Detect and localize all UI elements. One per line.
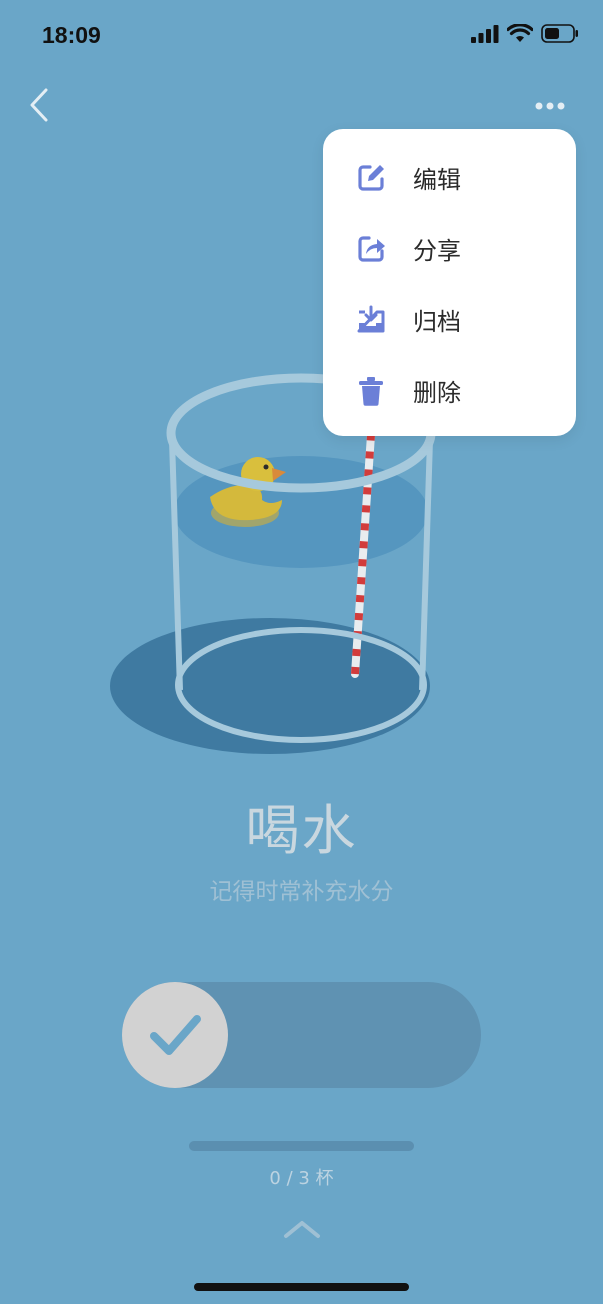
share-icon	[355, 233, 387, 265]
status-bar: 18:09	[0, 0, 603, 74]
more-dots-icon	[535, 102, 565, 110]
checkmark-icon	[150, 1015, 201, 1055]
expand-button[interactable]	[283, 1218, 321, 1240]
habit-title: 喝水	[245, 799, 358, 862]
context-menu: 编辑 分享 归档 删除	[323, 129, 576, 436]
menu-item-label: 归档	[413, 308, 461, 336]
status-icons	[471, 24, 579, 43]
archive-icon	[355, 304, 387, 336]
swipe-complete-track[interactable]	[122, 982, 481, 1088]
edit-icon	[355, 162, 387, 194]
chevron-left-icon	[30, 88, 48, 122]
signal-icon	[471, 24, 499, 43]
wifi-icon	[507, 24, 533, 42]
menu-item-archive[interactable]: 归档	[323, 284, 576, 355]
menu-item-delete[interactable]: 删除	[323, 355, 576, 426]
home-indicator	[194, 1283, 409, 1291]
menu-item-share[interactable]: 分享	[323, 213, 576, 284]
menu-item-label: 编辑	[413, 166, 461, 194]
swipe-complete-knob[interactable]	[122, 982, 228, 1088]
habit-subtitle: 记得时常补充水分	[209, 879, 394, 905]
status-time: 18:09	[42, 22, 101, 48]
more-button[interactable]	[528, 88, 572, 124]
progress-bar	[189, 1141, 414, 1151]
menu-item-label: 分享	[413, 237, 461, 265]
glass-shadow	[110, 618, 430, 754]
menu-item-label: 删除	[413, 379, 461, 407]
trash-icon	[355, 375, 387, 407]
menu-item-edit[interactable]: 编辑	[323, 142, 576, 213]
battery-icon	[541, 24, 578, 43]
progress-label: 0 / 3 杯	[269, 1168, 334, 1189]
back-button[interactable]	[22, 84, 62, 128]
chevron-up-icon	[284, 1221, 320, 1238]
